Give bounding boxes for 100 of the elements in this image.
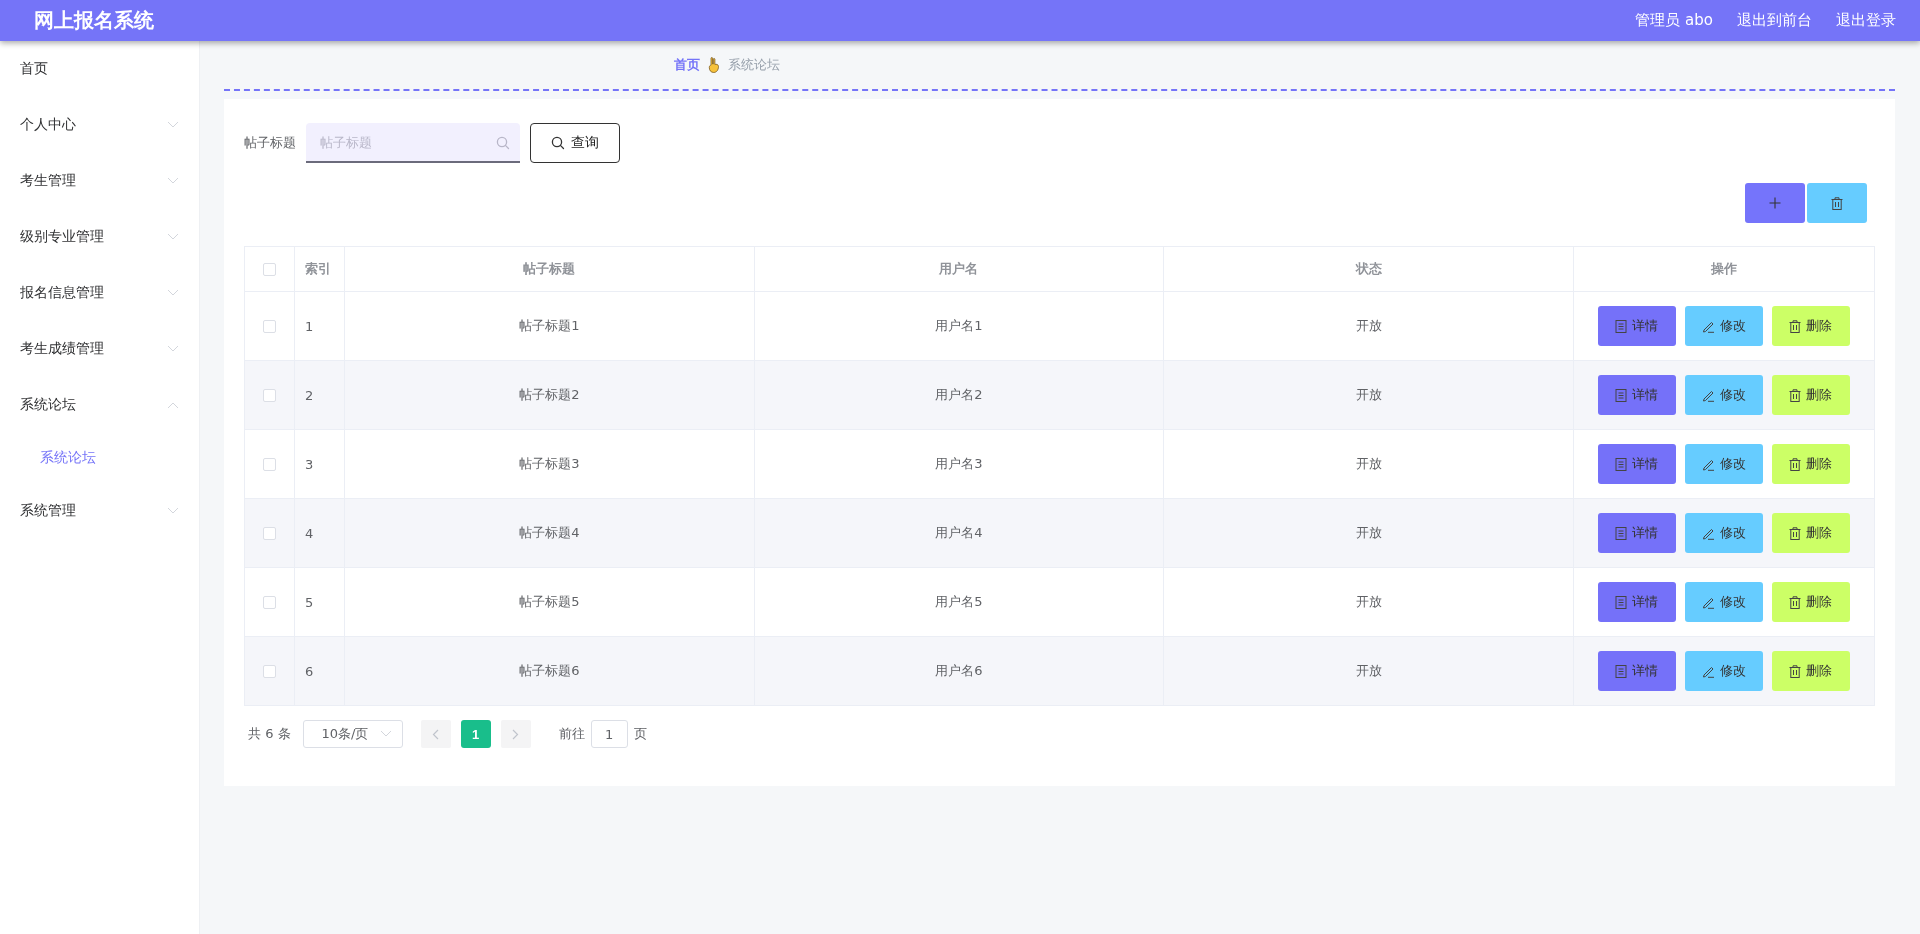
sidebar-item[interactable]: 系统论坛 bbox=[0, 377, 199, 433]
sidebar-item[interactable]: 报名信息管理 bbox=[0, 265, 199, 321]
table-cell: 开放 bbox=[1355, 317, 1382, 335]
search-label: 帖子标题 bbox=[244, 134, 296, 152]
header-link[interactable]: 退出到前台 bbox=[1737, 11, 1812, 30]
page-size-select[interactable]: 10条/页 bbox=[302, 720, 403, 748]
delete-button[interactable] bbox=[1807, 183, 1867, 223]
sidebar-item[interactable]: 考生成绩管理 bbox=[0, 321, 199, 377]
trash-icon bbox=[1789, 388, 1802, 402]
table-cell: 用户名6 bbox=[935, 662, 983, 680]
table-cell: 开放 bbox=[1355, 386, 1382, 404]
delete-button[interactable]: 删除 bbox=[1772, 513, 1850, 553]
header-link[interactable]: 管理员 abo bbox=[1635, 11, 1713, 30]
sidebar-item-label: 级别专业管理 bbox=[20, 228, 104, 246]
sidebar-item[interactable]: 首页 bbox=[0, 41, 199, 97]
delete-button[interactable]: 删除 bbox=[1772, 444, 1850, 484]
sidebar-item-label: 首页 bbox=[20, 60, 48, 78]
goto-label: 前往 bbox=[558, 725, 585, 743]
next-page-button[interactable] bbox=[500, 720, 531, 748]
edit-button[interactable]: 修改 bbox=[1685, 306, 1763, 346]
goto-suffix: 页 bbox=[633, 725, 647, 743]
table-cell: 用户名2 bbox=[935, 386, 983, 404]
pencil-icon bbox=[1702, 388, 1715, 402]
table-cell: 帖子标题3 bbox=[519, 455, 580, 473]
sidebar-subitem[interactable]: 系统论坛 bbox=[0, 433, 199, 483]
column-header: 帖子标题 bbox=[523, 260, 576, 278]
sidebar-item[interactable]: 级别专业管理 bbox=[0, 209, 199, 265]
trash-icon bbox=[1831, 196, 1843, 210]
goto-page-field[interactable]: 1 bbox=[590, 720, 628, 748]
row-checkbox[interactable] bbox=[263, 457, 276, 471]
prev-page-button[interactable] bbox=[420, 720, 451, 748]
trash-icon bbox=[1789, 457, 1802, 471]
document-icon bbox=[1615, 595, 1628, 609]
table-cell: 5 bbox=[305, 594, 314, 610]
row-checkbox[interactable] bbox=[263, 526, 276, 540]
edit-button[interactable]: 修改 bbox=[1685, 513, 1763, 553]
hand-icon bbox=[708, 57, 720, 73]
document-icon bbox=[1615, 526, 1628, 540]
trash-icon bbox=[1789, 319, 1802, 333]
edit-button[interactable]: 修改 bbox=[1685, 444, 1763, 484]
column-header: 用户名 bbox=[939, 260, 979, 278]
sidebar-item-label: 考生成绩管理 bbox=[20, 340, 104, 358]
search-button[interactable]: 查询 bbox=[530, 123, 620, 163]
column-header: 操作 bbox=[1711, 260, 1737, 278]
search-icon bbox=[496, 136, 510, 150]
row-checkbox[interactable] bbox=[263, 595, 276, 609]
app-title: 网上报名系统 bbox=[34, 7, 154, 34]
pencil-icon bbox=[1702, 664, 1715, 678]
breadcrumb-item[interactable]: 首页 bbox=[674, 56, 700, 74]
trash-icon bbox=[1789, 664, 1802, 678]
table-cell: 6 bbox=[305, 663, 314, 679]
edit-button[interactable]: 修改 bbox=[1685, 375, 1763, 415]
chevron-right-icon bbox=[512, 728, 520, 740]
plus-icon bbox=[1769, 197, 1781, 209]
row-checkbox[interactable] bbox=[263, 388, 276, 402]
delete-button[interactable]: 删除 bbox=[1772, 582, 1850, 622]
table-cell: 1 bbox=[305, 318, 314, 334]
pencil-icon bbox=[1702, 457, 1715, 471]
row-checkbox[interactable] bbox=[263, 664, 276, 678]
pencil-icon bbox=[1702, 319, 1715, 333]
table-cell: 4 bbox=[305, 525, 314, 541]
sidebar-item[interactable]: 考生管理 bbox=[0, 153, 199, 209]
trash-icon bbox=[1789, 595, 1802, 609]
pencil-icon bbox=[1702, 595, 1715, 609]
chevron-left-icon bbox=[432, 728, 440, 740]
sidebar-item[interactable]: 个人中心 bbox=[0, 97, 199, 153]
table-cell: 开放 bbox=[1355, 524, 1382, 542]
sidebar-item[interactable]: 系统管理 bbox=[0, 483, 199, 539]
table-cell: 帖子标题4 bbox=[519, 524, 580, 542]
table-cell: 用户名4 bbox=[935, 524, 983, 542]
header-link[interactable]: 退出登录 bbox=[1836, 11, 1896, 30]
table-cell: 3 bbox=[305, 456, 314, 472]
table-cell: 帖子标题6 bbox=[519, 662, 580, 680]
table-cell: 用户名5 bbox=[935, 593, 983, 611]
delete-button[interactable]: 删除 bbox=[1772, 651, 1850, 691]
select-all-checkbox[interactable] bbox=[263, 262, 276, 276]
edit-button[interactable]: 修改 bbox=[1685, 582, 1763, 622]
column-header: 状态 bbox=[1355, 260, 1382, 278]
delete-button[interactable]: 删除 bbox=[1772, 306, 1850, 346]
sidebar-item-label: 系统管理 bbox=[20, 502, 76, 520]
table-cell: 2 bbox=[305, 387, 314, 403]
table-cell: 帖子标题5 bbox=[519, 593, 580, 611]
document-icon bbox=[1615, 664, 1628, 678]
table-cell: 用户名3 bbox=[935, 455, 983, 473]
breadcrumb-item: 系统论坛 bbox=[728, 56, 780, 74]
column-header: 索引 bbox=[305, 260, 331, 278]
total-count: 共 6 条 bbox=[247, 725, 291, 743]
sidebar-item-label: 系统论坛 bbox=[20, 396, 76, 414]
trash-icon bbox=[1789, 526, 1802, 540]
sidebar-item-label: 报名信息管理 bbox=[20, 284, 104, 302]
document-icon bbox=[1615, 319, 1628, 333]
table-cell: 开放 bbox=[1355, 593, 1382, 611]
sidebar-item-label: 个人中心 bbox=[20, 116, 76, 134]
edit-button[interactable]: 修改 bbox=[1685, 651, 1763, 691]
table-cell: 用户名1 bbox=[935, 317, 983, 335]
delete-button[interactable]: 删除 bbox=[1772, 375, 1850, 415]
row-checkbox[interactable] bbox=[263, 319, 276, 333]
chevron-icon bbox=[379, 730, 392, 738]
sidebar-item-label: 考生管理 bbox=[20, 172, 76, 190]
table-cell: 帖子标题1 bbox=[519, 317, 580, 335]
